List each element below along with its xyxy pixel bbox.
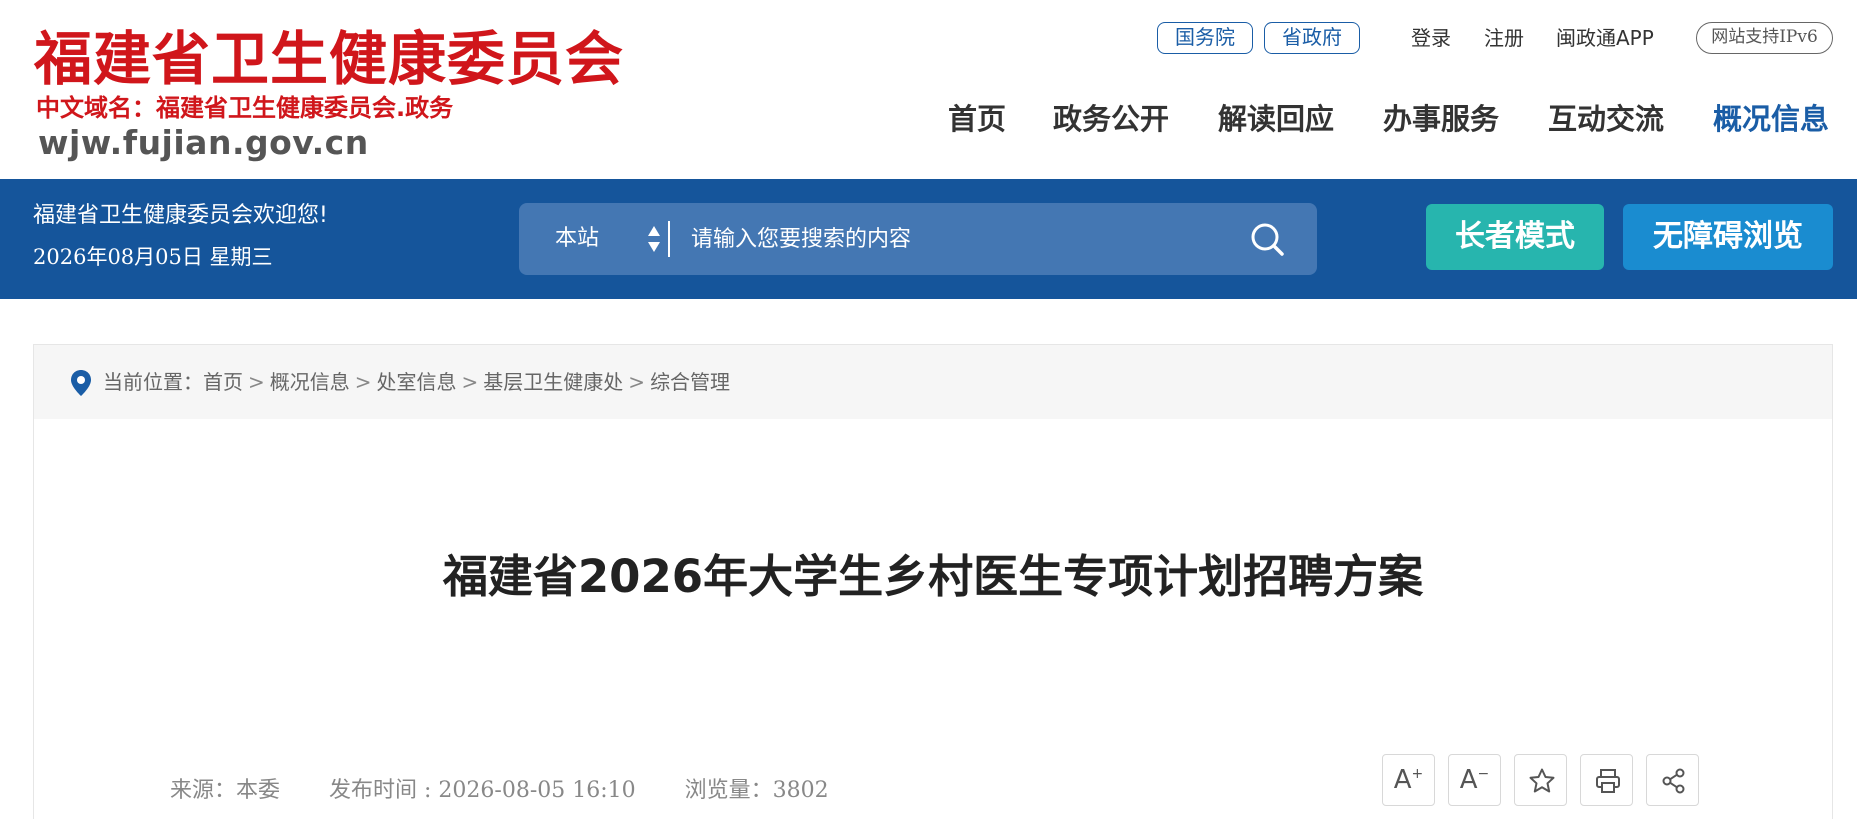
font-decrease-button[interactable]: A− xyxy=(1448,754,1501,806)
breadcrumb-trail: 当前位置：首页 > 概况信息 > 处室信息 > 基层卫生健康处 > 综合管理 xyxy=(103,345,730,419)
plus-sign: + xyxy=(1411,766,1424,782)
breadcrumb-home[interactable]: 首页 xyxy=(203,370,243,394)
share-icon xyxy=(1662,768,1685,794)
ipv6-badge: 网站支持IPv6 xyxy=(1696,22,1833,54)
main-nav: 首页 政务公开 解读回应 办事服务 互动交流 概况信息 xyxy=(930,96,1840,142)
nav-item-interpretation[interactable]: 解读回应 xyxy=(1218,96,1334,142)
breadcrumb-separator: > xyxy=(354,370,372,394)
elder-mode-button[interactable]: 长者模式 xyxy=(1426,204,1604,270)
breadcrumb: 当前位置：首页 > 概况信息 > 处室信息 > 基层卫生健康处 > 综合管理 xyxy=(34,345,1832,419)
shengzhengfu-link[interactable]: 省政府 xyxy=(1264,22,1360,54)
article-source: 来源：本委 xyxy=(170,778,281,803)
article-publish-time: 发布时间 : 2026-08-05 16:10 xyxy=(329,778,636,803)
logo-title: 福建省卫生健康委员会 xyxy=(34,25,625,93)
breadcrumb-primary-health[interactable]: 基层卫生健康处 xyxy=(483,370,623,394)
breadcrumb-separator: > xyxy=(628,370,646,394)
font-increase-letter: A xyxy=(1393,765,1412,795)
nav-item-gov-affairs[interactable]: 政务公开 xyxy=(1053,96,1169,142)
search-input[interactable] xyxy=(691,217,1251,261)
site-header: 福建省卫生健康委员会 中文域名：福建省卫生健康委员会.政务 wjw.fujian… xyxy=(0,0,1857,179)
share-button[interactable] xyxy=(1646,754,1699,806)
current-date: 2026年08月05日 星期三 xyxy=(33,245,273,269)
search-divider xyxy=(668,221,670,257)
favorite-button[interactable] xyxy=(1514,754,1567,806)
font-increase-button[interactable]: A+ xyxy=(1382,754,1435,806)
logo-domain: wjw.fujian.gov.cn xyxy=(38,123,369,162)
search-bar: 本站 xyxy=(519,203,1317,275)
register-link[interactable]: 注册 xyxy=(1484,22,1524,54)
app-link[interactable]: 闽政通APP xyxy=(1556,22,1654,54)
minus-sign: − xyxy=(1477,766,1490,782)
logo-cn-domain: 中文域名：福建省卫生健康委员会.政务 xyxy=(36,94,454,122)
guowuyuan-link[interactable]: 国务院 xyxy=(1157,22,1253,54)
article-meta: 来源：本委 发布时间 : 2026-08-05 16:10 浏览量：3802 xyxy=(170,775,871,807)
nav-item-overview[interactable]: 概况信息 xyxy=(1713,96,1829,142)
search-scope-select[interactable]: 本站 xyxy=(555,203,599,275)
login-link[interactable]: 登录 xyxy=(1411,22,1451,54)
site-logo[interactable]: 福建省卫生健康委员会 中文域名：福建省卫生健康委员会.政务 wjw.fujian… xyxy=(34,20,654,165)
printer-icon xyxy=(1596,769,1620,793)
breadcrumb-general-management[interactable]: 综合管理 xyxy=(650,370,730,394)
article-tools: A+ A− xyxy=(1382,754,1712,806)
search-icon[interactable] xyxy=(1247,219,1287,259)
nav-item-home[interactable]: 首页 xyxy=(948,96,1006,142)
article-container: 当前位置：首页 > 概况信息 > 处室信息 > 基层卫生健康处 > 综合管理 福建省2026年大… xyxy=(33,344,1833,819)
article-views: 浏览量：3802 xyxy=(684,778,829,803)
location-pin-icon xyxy=(71,370,91,396)
star-icon xyxy=(1529,768,1555,793)
nav-item-services[interactable]: 办事服务 xyxy=(1383,96,1499,142)
nav-item-interaction[interactable]: 互动交流 xyxy=(1548,96,1664,142)
print-button[interactable] xyxy=(1580,754,1633,806)
scope-arrows-icon[interactable] xyxy=(645,222,663,256)
font-decrease-letter: A xyxy=(1459,765,1478,795)
welcome-text: 福建省卫生健康委员会欢迎您! xyxy=(33,203,328,228)
breadcrumb-separator: > xyxy=(461,370,479,394)
breadcrumb-overview[interactable]: 概况信息 xyxy=(270,370,350,394)
accessible-browse-button[interactable]: 无障碍浏览 xyxy=(1623,204,1833,270)
welcome-band: 福建省卫生健康委员会欢迎您! 2026年08月05日 星期三 本站 长者模式 无… xyxy=(0,179,1857,299)
top-links: 国务院 省政府 登录 注册 闽政通APP 网站支持IPv6 xyxy=(1150,22,1840,54)
breadcrumb-separator: > xyxy=(248,370,265,394)
breadcrumb-departments[interactable]: 处室信息 xyxy=(377,370,457,394)
article-title: 福建省2026年大学生乡村医生专项计划招聘方案 xyxy=(442,550,1424,603)
breadcrumb-label: 当前位置： xyxy=(103,370,203,394)
